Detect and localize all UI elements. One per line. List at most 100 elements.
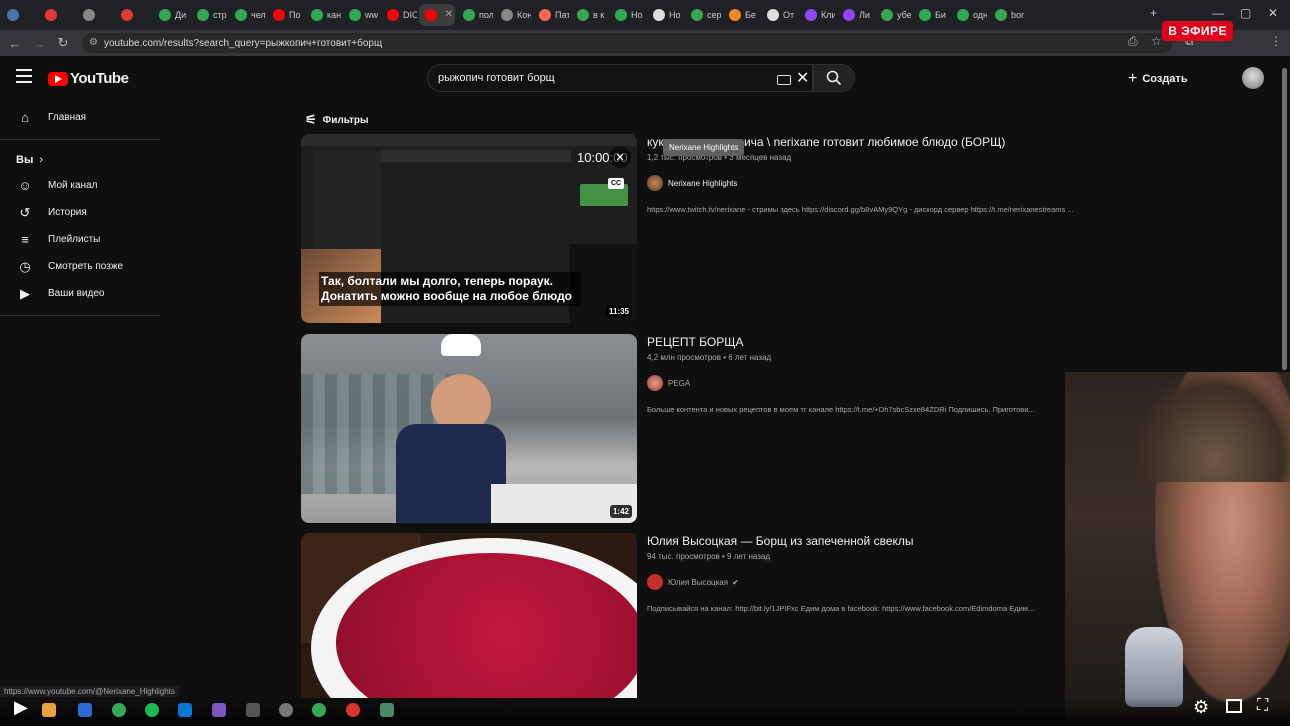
sidebar-item-your-videos[interactable]: ▶ Ваши видео (0, 280, 160, 307)
video-thumbnail[interactable]: 1:42 (301, 334, 637, 523)
notes-icon[interactable] (380, 703, 394, 717)
spotify-icon[interactable] (145, 703, 159, 717)
reload-icon[interactable]: ↻ (51, 35, 75, 51)
channel-name[interactable]: Юлия Высоцкая (668, 578, 728, 587)
browser-tab[interactable] (77, 4, 113, 26)
chrome-taskbar-icon[interactable] (312, 703, 326, 717)
search-button[interactable] (813, 64, 855, 92)
minimize-icon[interactable]: — (1212, 6, 1224, 20)
keyboard-icon[interactable] (777, 75, 791, 85)
vscode-icon[interactable] (178, 703, 192, 717)
url-text: youtube.com/results?search_query=рыжкопи… (104, 37, 383, 49)
browser-tab[interactable]: убе (875, 4, 911, 26)
opera-icon (45, 9, 57, 21)
channel-avatar[interactable] (647, 175, 663, 191)
close-window-icon[interactable]: ✕ (1268, 6, 1278, 20)
channel-row[interactable]: Юлия Высоцкая ✔ (647, 574, 1127, 590)
channel-avatar[interactable] (647, 375, 663, 391)
browser-tab[interactable]: одн (951, 4, 987, 26)
sidebar-item-history[interactable]: ↺ История (0, 199, 160, 226)
menu-icon[interactable] (16, 69, 32, 87)
thumb-caption: Так, болтали мы долго, теперь пораук. До… (319, 272, 581, 306)
page-scrollbar[interactable] (1282, 68, 1287, 370)
back-icon[interactable]: ← (3, 36, 27, 51)
browser-tab[interactable]: ✕ (419, 4, 455, 26)
browser-taskbar-icon[interactable] (78, 703, 92, 717)
play-icon[interactable]: ▶ (14, 697, 28, 718)
sidebar-you-header[interactable]: Вы › (0, 148, 160, 172)
browser-menu-icon[interactable]: ⋮ (1270, 34, 1282, 48)
channel-name[interactable]: PEGA (668, 379, 690, 388)
search-icon (826, 70, 842, 86)
browser-tab[interactable]: Ли (837, 4, 873, 26)
create-button[interactable]: + Создать (1128, 70, 1188, 88)
new-tab-button[interactable]: + (1150, 6, 1157, 20)
browser-tab[interactable]: Но (647, 4, 683, 26)
browser-tab[interactable]: чел (229, 4, 265, 26)
search-input[interactable]: рыжопич готовит борщ (427, 64, 813, 92)
dtf-icon (767, 9, 779, 21)
browser-tab[interactable]: ww (343, 4, 379, 26)
sidebar-item-playlists[interactable]: ≡ Плейлисты (0, 226, 160, 253)
browser-tab[interactable]: стр (191, 4, 227, 26)
browser-tab[interactable]: сер (685, 4, 721, 26)
browser-tab[interactable]: bor (989, 4, 1025, 26)
browser-tab[interactable] (1, 4, 37, 26)
browser-tab-label: Но (631, 10, 643, 20)
browser-tab[interactable]: кан (305, 4, 341, 26)
browser-tab[interactable]: Ди (153, 4, 189, 26)
sidebar-item-my-channel[interactable]: ☺ Мой канал (0, 172, 160, 199)
video-thumbnail[interactable] (301, 533, 637, 698)
clear-search-icon[interactable]: ✕ (796, 68, 809, 88)
theater-mode-icon[interactable] (1226, 699, 1242, 713)
app-icon[interactable] (246, 703, 260, 717)
url-field[interactable]: ⚙ youtube.com/results?search_query=рыжко… (82, 33, 1172, 53)
sidebar-divider (0, 139, 160, 140)
filters-button[interactable]: ⚟ Фильтры (305, 112, 369, 128)
app-icon (653, 9, 665, 21)
browser-tab-label: Ди (175, 10, 187, 20)
fullscreen-icon[interactable]: ⛶ (1257, 697, 1268, 715)
video-title[interactable]: РЕЦЕПТ БОРЩА (647, 334, 1127, 350)
channel-row[interactable]: PEGA (647, 375, 1127, 391)
thumb-sweater (396, 424, 506, 523)
video-title[interactable]: Юлия Высоцкая — Борщ из запеченной свекл… (647, 533, 1127, 549)
browser-tab[interactable] (39, 4, 75, 26)
duration-badge: 11:35 (605, 305, 632, 318)
browser-tab[interactable]: По (267, 4, 303, 26)
browser-tab[interactable]: Кли (799, 4, 835, 26)
browser-tab[interactable]: Кон (495, 4, 531, 26)
sidebar-item-watch-later[interactable]: ◷ Смотреть позже (0, 253, 160, 280)
channel-name[interactable]: Nerixane Highlights (668, 179, 737, 188)
maximize-icon[interactable]: ▢ (1240, 6, 1251, 20)
youtube-logo[interactable]: YouTube (48, 70, 129, 87)
channel-avatar[interactable] (647, 574, 663, 590)
video-thumbnail[interactable]: Так, болтали мы долго, теперь пораук. До… (301, 134, 637, 323)
chrome-taskbar-icon[interactable] (112, 703, 126, 717)
browser-tab[interactable]: Но (609, 4, 645, 26)
gear-taskbar-icon[interactable] (279, 703, 293, 717)
browser-tab[interactable]: пол (457, 4, 493, 26)
browser-tab[interactable]: Би (913, 4, 949, 26)
obs-icon[interactable] (346, 703, 360, 717)
channel-row[interactable]: Nerixane Highlights (647, 175, 1127, 191)
browser-tab[interactable]: в к (571, 4, 607, 26)
browser-tab[interactable] (115, 4, 151, 26)
browser-tab[interactable]: Бе (723, 4, 759, 26)
mute-icon[interactable]: ✕ (609, 146, 631, 168)
install-icon[interactable]: ⎙ (1128, 34, 1138, 49)
settings-icon[interactable]: ⚙ (1193, 697, 1209, 718)
close-tab-icon[interactable]: ✕ (445, 10, 453, 20)
file-explorer-icon[interactable] (42, 703, 56, 717)
account-avatar[interactable] (1242, 67, 1264, 89)
channel-icon: ☺ (18, 178, 32, 193)
sidebar-item-home[interactable]: ⌂ Главная (0, 104, 160, 131)
site-info-icon[interactable]: ⚙ (89, 37, 98, 48)
bookmark-star-icon[interactable]: ☆ (1151, 34, 1162, 48)
forward-icon[interactable]: → (27, 36, 51, 51)
app-icon[interactable] (212, 703, 226, 717)
browser-tab[interactable]: Пат (533, 4, 569, 26)
browser-tab[interactable]: От (761, 4, 797, 26)
browser-tab[interactable]: DIO (381, 4, 417, 26)
cc-icon[interactable]: CC (608, 178, 625, 189)
